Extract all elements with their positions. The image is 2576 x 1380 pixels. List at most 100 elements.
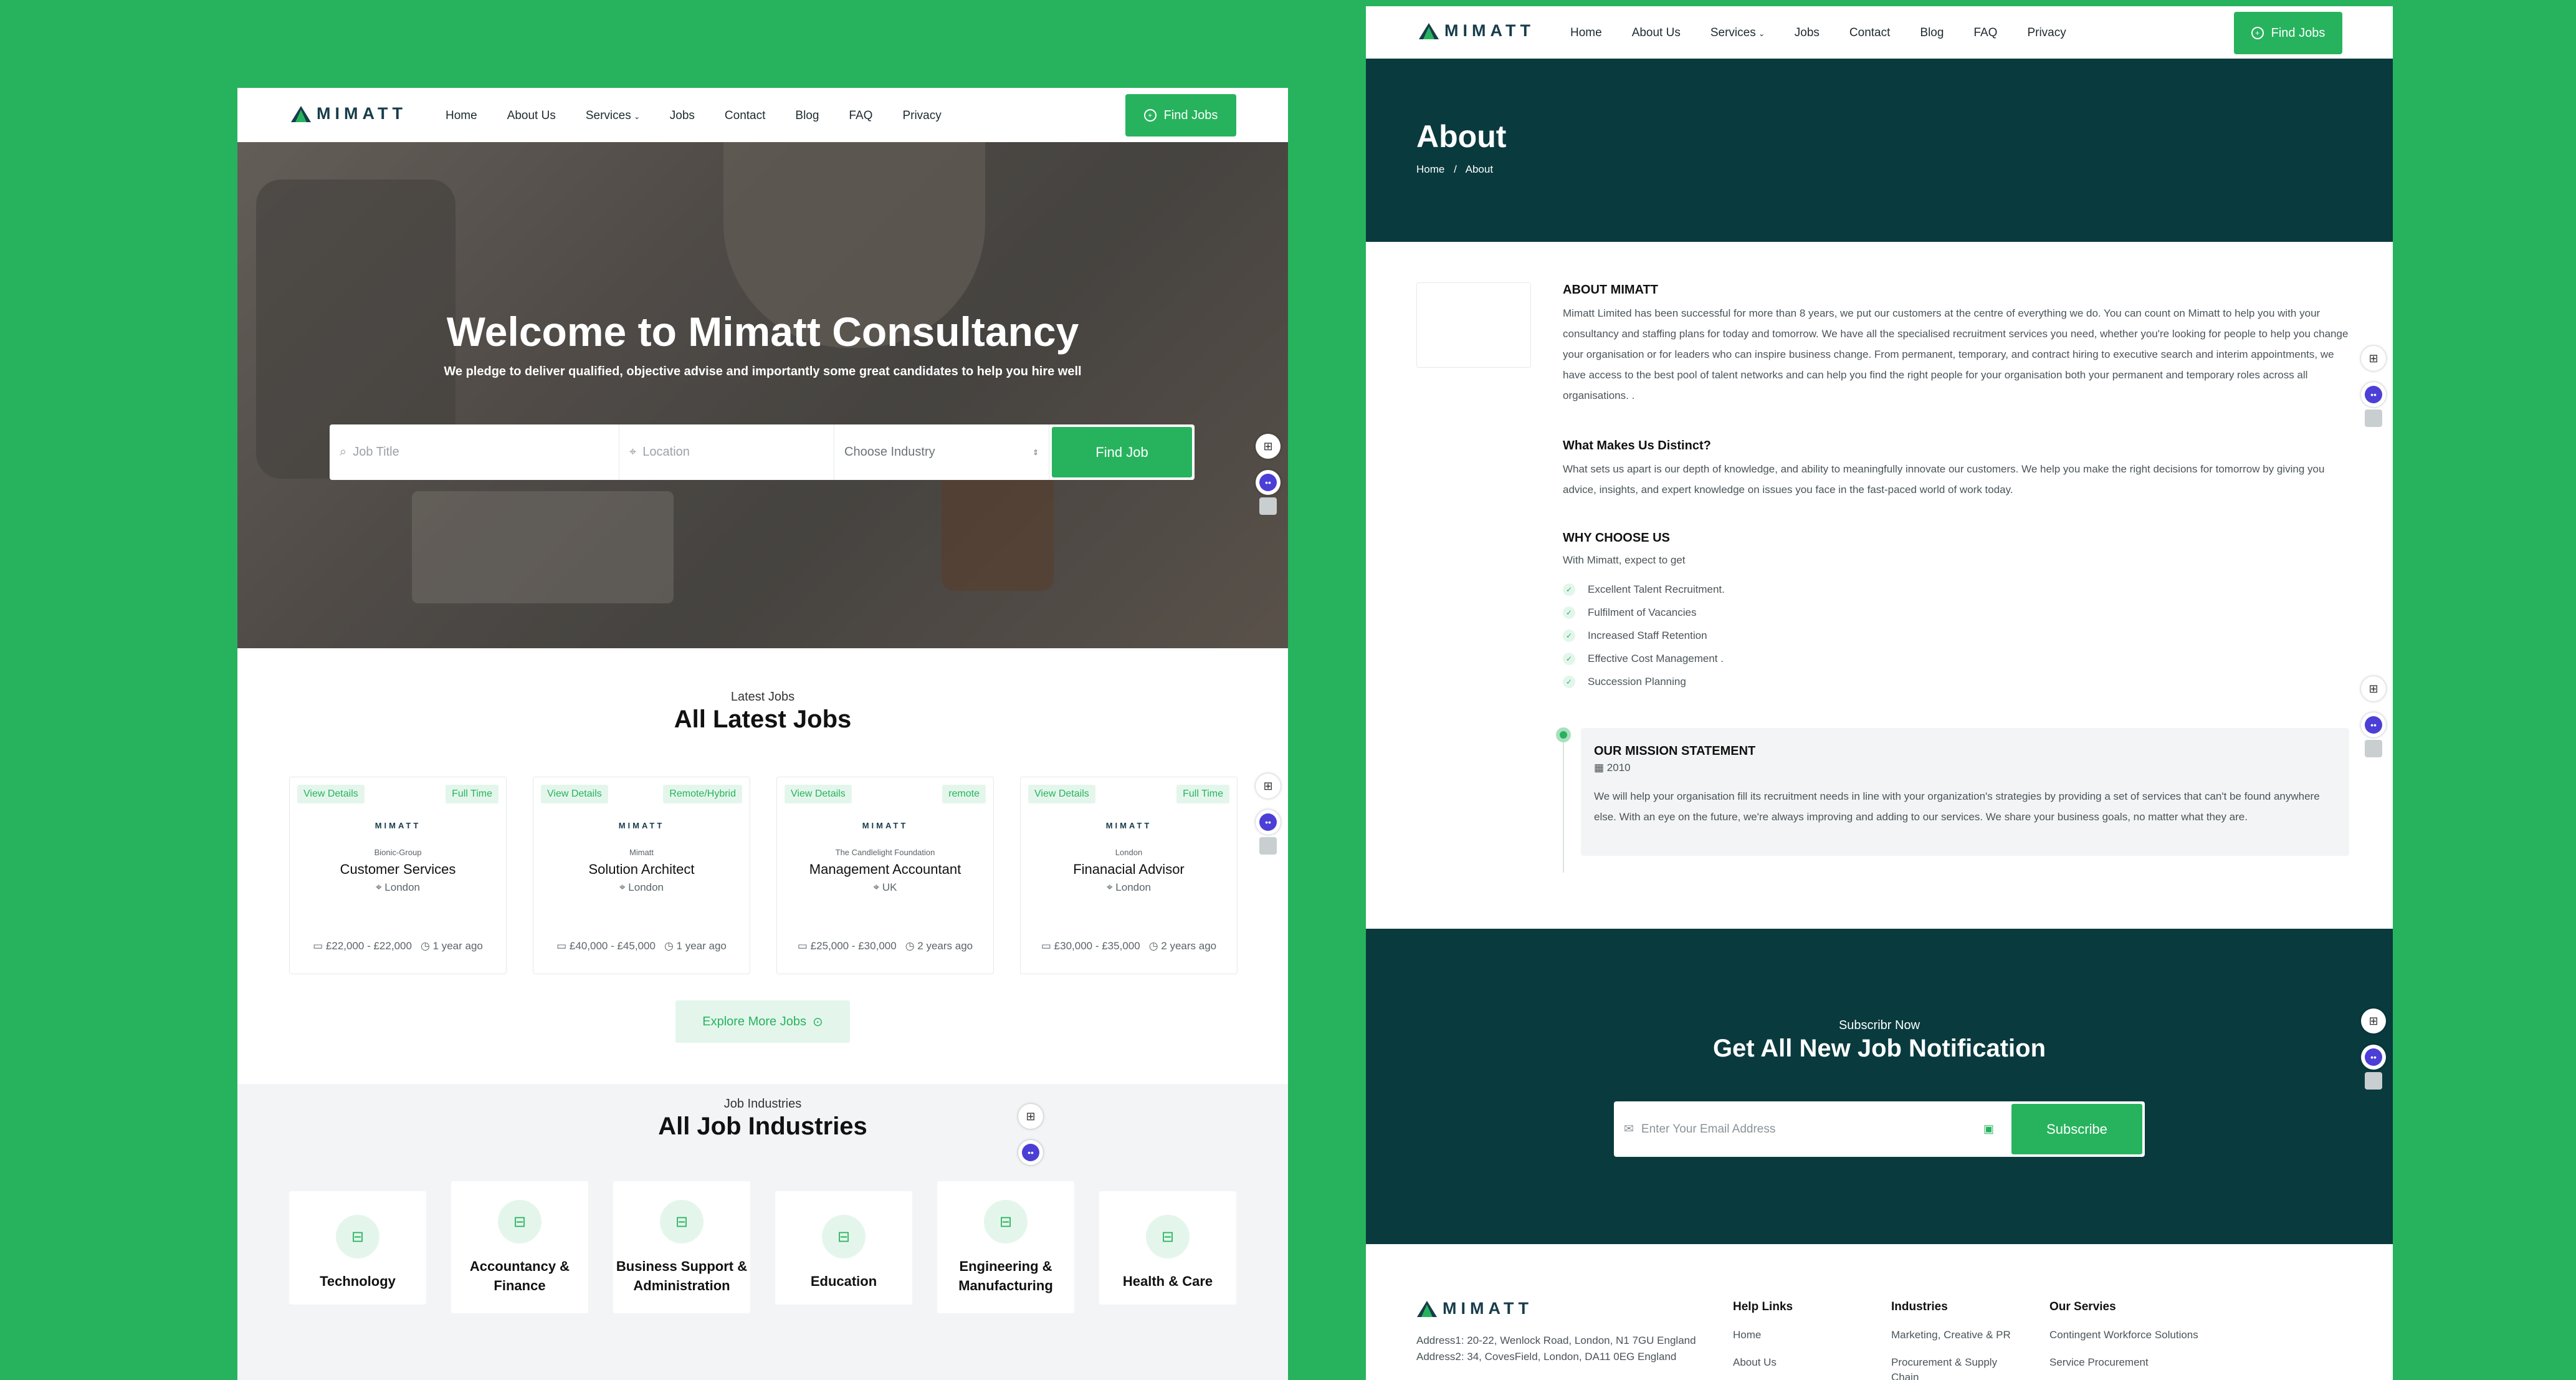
email-input[interactable]: ✉ Enter Your Email Address bbox=[1614, 1122, 1983, 1136]
brand-logo[interactable]: MIMATT bbox=[290, 104, 407, 123]
nav-contact[interactable]: Contact bbox=[1849, 26, 1890, 40]
briefcase-icon: ⊟ bbox=[498, 1200, 541, 1243]
apps-grid-icon[interactable]: ⊞ bbox=[2361, 346, 2386, 371]
mission-year: ▦ 2010 bbox=[1594, 762, 1631, 774]
job-search-bar: ⌕ Job Title ⌖ Location Choose Industry ⇕ Fi… bbox=[330, 424, 1195, 480]
apps-grid-icon[interactable]: ⊞ bbox=[1256, 434, 1281, 459]
company-logo: MIMATT bbox=[862, 821, 909, 830]
company-name: London bbox=[1115, 848, 1143, 857]
footer-link[interactable]: About Us bbox=[1733, 1355, 1793, 1370]
view-details-link[interactable]: View Details bbox=[785, 785, 852, 803]
apps-grid-icon[interactable]: ⊞ bbox=[2361, 1009, 2386, 1033]
logo-mark-icon bbox=[291, 105, 311, 122]
nav-privacy[interactable]: Privacy bbox=[902, 109, 941, 123]
industry-card-health[interactable]: ⊟ Health & Care bbox=[1099, 1191, 1236, 1305]
breadcrumb-home[interactable]: Home bbox=[1416, 163, 1444, 175]
top-nav: MIMATT Home About Us Services ⌄ Jobs Cont… bbox=[1366, 6, 2393, 59]
bot-face-icon: •• bbox=[2365, 1048, 2382, 1066]
apps-grid-icon[interactable]: ⊞ bbox=[2361, 676, 2386, 701]
view-details-link[interactable]: View Details bbox=[541, 785, 608, 803]
job-title-input[interactable]: ⌕ Job Title bbox=[330, 424, 619, 480]
list-item: ✓ Succession Planning bbox=[1563, 670, 1725, 693]
footer-link[interactable]: Marketing, Creative & PR bbox=[1891, 1328, 2022, 1343]
footer-logo[interactable]: MIMATT bbox=[1416, 1299, 1533, 1318]
page-title: About bbox=[1416, 119, 1507, 154]
find-job-button[interactable]: Find Job bbox=[1052, 427, 1192, 477]
apps-grid-icon[interactable]: ⊞ bbox=[1256, 774, 1281, 798]
industry-card-accountancy[interactable]: ⊟ Accountancy & Finance bbox=[451, 1181, 588, 1313]
footer-link[interactable]: Procurement & Supply Chain bbox=[1891, 1355, 2022, 1380]
money-icon: ▭ bbox=[797, 940, 808, 952]
chat-bot-button[interactable]: •• bbox=[1018, 1140, 1043, 1165]
job-cards: View Details Full Time MIMATT Bionic-Gro… bbox=[289, 777, 1238, 974]
find-jobs-button[interactable]: + Find Jobs bbox=[2234, 12, 2342, 54]
footer-link[interactable]: Service Procurement bbox=[2049, 1355, 2198, 1370]
footer-link[interactable]: Home bbox=[1733, 1328, 1793, 1343]
nav-privacy[interactable]: Privacy bbox=[2027, 26, 2066, 40]
arrow-right-circle-icon: ⊙ bbox=[812, 1015, 823, 1029]
job-role: Management Accountant bbox=[809, 861, 961, 877]
distinct-paragraph: What sets us apart is our depth of knowl… bbox=[1563, 463, 2325, 496]
nav-services[interactable]: Services ⌄ bbox=[1710, 26, 1765, 40]
job-meta: ▭ £40,000 - £45,000 ◷ 1 year ago bbox=[556, 940, 727, 952]
hero-overlay bbox=[237, 142, 1288, 648]
nav-contact[interactable]: Contact bbox=[725, 109, 765, 123]
brand-logo[interactable]: MIMATT bbox=[1418, 21, 1535, 41]
chevron-down-icon: ⌄ bbox=[633, 112, 640, 121]
about-paragraph: Mimatt Limited has been successful for m… bbox=[1563, 307, 2349, 401]
chat-bot-button[interactable]: •• bbox=[2361, 712, 2386, 737]
company-logo: MIMATT bbox=[618, 821, 665, 830]
latest-jobs-subtitle: Latest Jobs bbox=[730, 690, 795, 704]
map-pin-icon: ⌖ bbox=[619, 881, 626, 893]
nav-about[interactable]: About Us bbox=[507, 109, 556, 123]
nav-links: Home About Us Services ⌄ Jobs Contact Blo… bbox=[446, 109, 971, 123]
industry-card-technology[interactable]: ⊟ Technology bbox=[289, 1191, 426, 1305]
industry-card-education[interactable]: ⊟ Education bbox=[775, 1191, 912, 1305]
chat-bot-button[interactable]: •• bbox=[2361, 1045, 2386, 1070]
floating-widget-industries: ⊞ •• bbox=[1018, 1104, 1046, 1165]
breadcrumb: Home / About bbox=[1416, 163, 1494, 175]
chat-bot-button[interactable]: •• bbox=[1256, 810, 1281, 835]
view-details-link[interactable]: View Details bbox=[1028, 785, 1095, 803]
nav-faq[interactable]: FAQ bbox=[849, 109, 872, 123]
nav-jobs[interactable]: Jobs bbox=[670, 109, 695, 123]
industry-select[interactable]: Choose Industry ⇕ bbox=[834, 424, 1049, 480]
nav-faq[interactable]: FAQ bbox=[1973, 26, 1997, 40]
nav-home[interactable]: Home bbox=[1570, 26, 1602, 40]
industry-card-engineering[interactable]: ⊟ Engineering & Manufacturing bbox=[937, 1181, 1074, 1313]
job-location: ⌖ London bbox=[619, 881, 664, 893]
floating-widget-subscribe: ⊞ •• bbox=[2361, 1009, 2388, 1090]
view-details-link[interactable]: View Details bbox=[297, 785, 365, 803]
job-card[interactable]: View Details remote MIMATT The Candlelig… bbox=[776, 777, 994, 974]
nav-about[interactable]: About Us bbox=[1632, 26, 1681, 40]
chat-bot-button[interactable]: •• bbox=[1256, 470, 1281, 495]
explore-more-jobs-button[interactable]: Explore More Jobs ⊙ bbox=[675, 1000, 850, 1043]
nav-home[interactable]: Home bbox=[446, 109, 477, 123]
nav-jobs[interactable]: Jobs bbox=[1795, 26, 1820, 40]
job-type-badge: Full Time bbox=[446, 785, 499, 803]
company-name: Bionic-Group bbox=[374, 848, 422, 857]
logo-mark-icon bbox=[1419, 22, 1439, 39]
briefcase-icon: ⊟ bbox=[984, 1200, 1028, 1243]
find-jobs-button[interactable]: + Find Jobs bbox=[1125, 94, 1236, 137]
location-input[interactable]: ⌖ Location bbox=[619, 424, 834, 480]
job-card[interactable]: View Details Full Time MIMATT London Fin… bbox=[1020, 777, 1238, 974]
chat-bot-button[interactable]: •• bbox=[2361, 382, 2386, 407]
job-card[interactable]: View Details Remote/Hybrid MIMATT Mimatt… bbox=[533, 777, 750, 974]
apps-grid-icon[interactable]: ⊞ bbox=[1018, 1104, 1043, 1129]
nav-blog[interactable]: Blog bbox=[795, 109, 819, 123]
nav-blog[interactable]: Blog bbox=[1920, 26, 1944, 40]
job-type-badge: remote bbox=[942, 785, 986, 803]
nav-services[interactable]: Services ⌄ bbox=[586, 109, 640, 123]
job-type-badge: Remote/Hybrid bbox=[663, 785, 742, 803]
industry-card-business-support[interactable]: ⊟ Business Support & Administration bbox=[613, 1181, 750, 1313]
subscribe-button[interactable]: Subscribe bbox=[2011, 1104, 2142, 1154]
clock-icon: ◷ bbox=[664, 940, 674, 952]
clock-icon: ◷ bbox=[420, 940, 430, 952]
mission-text: We will help your organisation fill its … bbox=[1594, 790, 2320, 823]
job-card[interactable]: View Details Full Time MIMATT Bionic-Gro… bbox=[289, 777, 507, 974]
breadcrumb-current: About bbox=[1465, 163, 1494, 175]
map-pin-icon: ⌖ bbox=[375, 881, 382, 893]
footer-link[interactable]: Contingent Workforce Solutions bbox=[2049, 1328, 2198, 1343]
mission-card: OUR MISSION STATEMENT ▦ 2010 We will hel… bbox=[1581, 728, 2349, 856]
